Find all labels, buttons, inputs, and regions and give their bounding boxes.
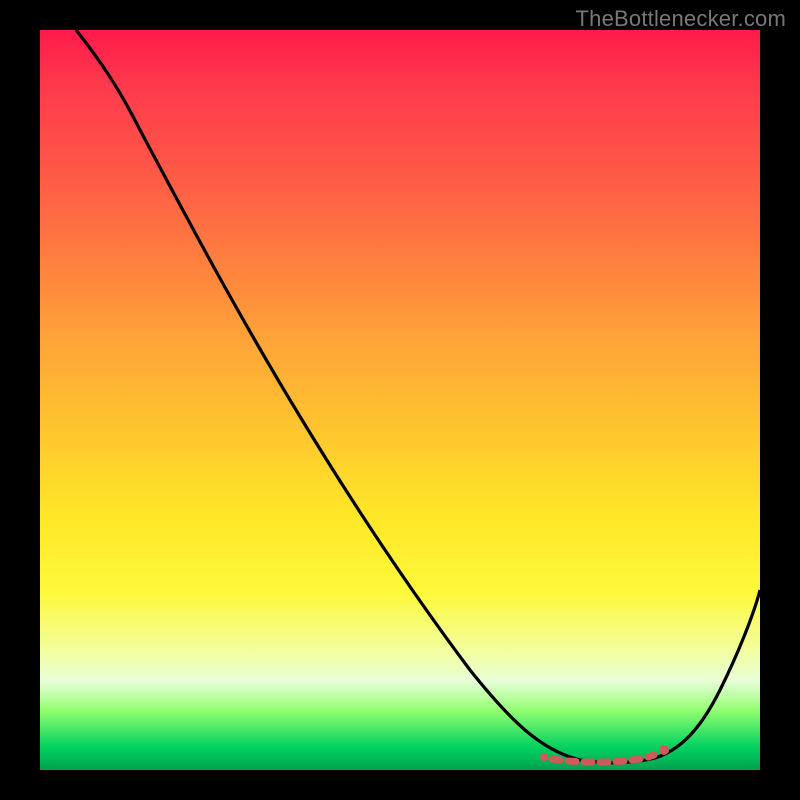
- curve-layer: [40, 30, 760, 770]
- bottleneck-chart: TheBottlenecker.com: [0, 0, 800, 800]
- plot-area: [40, 30, 760, 770]
- watermark-text: TheBottlenecker.com: [576, 6, 786, 32]
- bottleneck-curve-line: [76, 30, 760, 763]
